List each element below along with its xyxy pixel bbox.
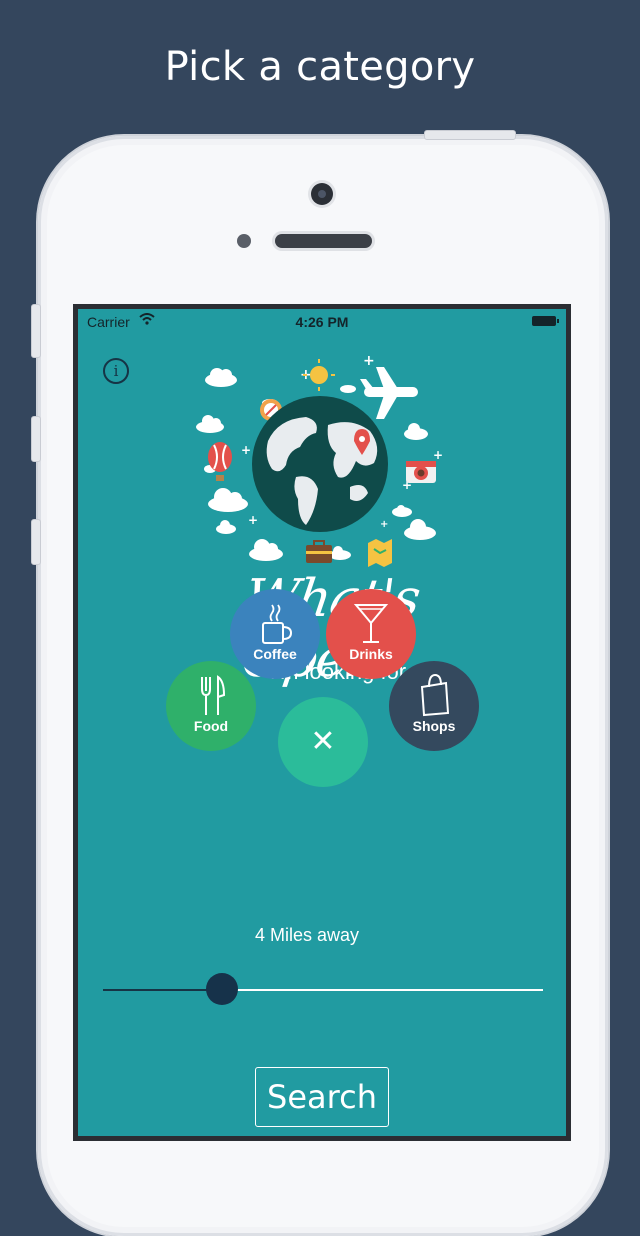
close-icon: ✕	[310, 725, 336, 758]
globe-illustration: + + + + + + +	[196, 353, 443, 567]
info-icon[interactable]: i	[103, 358, 129, 384]
search-button[interactable]: Search	[255, 1067, 389, 1127]
category-shops-label: Shops	[412, 718, 456, 734]
cocktail-glass-icon	[353, 604, 389, 643]
fork-knife-icon	[201, 675, 226, 715]
app-screen: Carrier 4:26 PM i + + + + + + + What's O…	[78, 309, 566, 1136]
distance-label: 4 Miles away	[254, 925, 360, 945]
coffee-cup-icon	[262, 604, 293, 644]
status-bar: Carrier 4:26 PM	[78, 309, 566, 333]
svg-text:+: +	[433, 448, 443, 462]
power-button	[424, 130, 516, 140]
distance-slider-fill	[103, 989, 222, 991]
close-menu-button[interactable]: ✕	[278, 697, 368, 787]
category-food-label: Food	[193, 718, 229, 734]
battery-icon	[532, 316, 559, 326]
distance-slider[interactable]	[103, 973, 543, 1005]
category-food-button[interactable]: Food	[166, 661, 256, 751]
category-drinks-label: Drinks	[349, 646, 393, 662]
proximity-sensor	[237, 234, 251, 248]
volume-down-button	[31, 519, 41, 565]
volume-up-button	[31, 416, 41, 462]
status-time: 4:26 PM	[295, 314, 349, 330]
category-coffee-button[interactable]: Coffee	[230, 589, 320, 679]
earpiece-speaker	[275, 234, 372, 248]
svg-text:+: +	[241, 443, 251, 457]
front-camera	[311, 183, 333, 205]
category-coffee-label: Coffee	[253, 646, 297, 662]
page-headline: Pick a category	[164, 44, 476, 90]
category-shops-button[interactable]: Shops	[389, 661, 479, 751]
category-drinks-button[interactable]: Drinks	[326, 589, 416, 679]
shopping-bag-icon	[420, 673, 450, 717]
svg-text:+: +	[248, 513, 258, 527]
distance-slider-thumb[interactable]	[205, 973, 238, 1005]
svg-text:+: +	[363, 353, 375, 369]
svg-text:+: +	[380, 519, 388, 530]
mute-switch	[31, 304, 41, 358]
